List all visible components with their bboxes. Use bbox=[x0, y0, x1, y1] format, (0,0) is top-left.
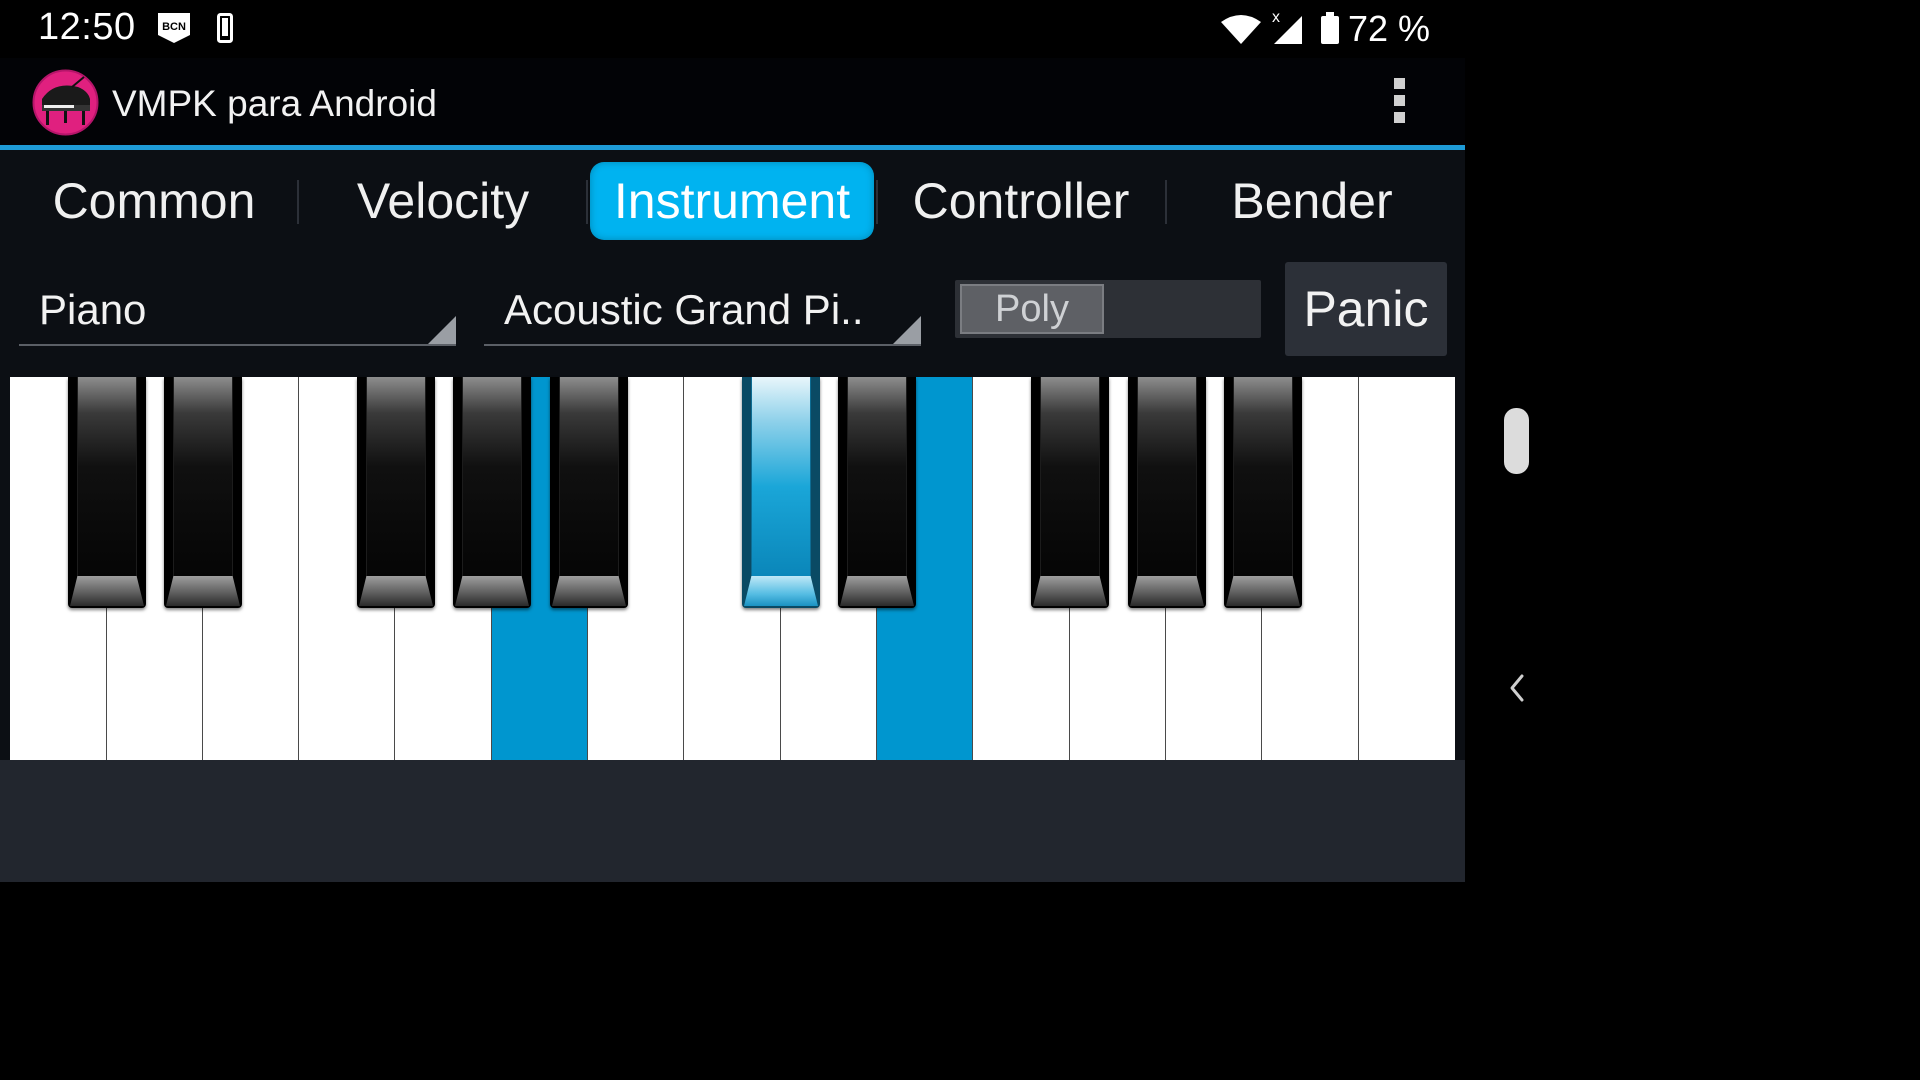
overflow-menu-icon[interactable] bbox=[1389, 78, 1409, 130]
black-key[interactable] bbox=[1128, 377, 1206, 608]
bottom-area bbox=[0, 760, 1465, 882]
bcn-badge-text: BCN bbox=[162, 21, 186, 33]
black-key[interactable] bbox=[453, 377, 531, 608]
tab-instrument[interactable]: Instrument bbox=[590, 162, 874, 240]
battery-percent: 72 % bbox=[1348, 8, 1431, 49]
black-key[interactable] bbox=[838, 377, 916, 608]
poly-toggle-thumb[interactable]: Poly bbox=[960, 284, 1104, 334]
tab-separator bbox=[586, 180, 588, 224]
battery-icon bbox=[1321, 12, 1339, 44]
tab-bender[interactable]: Bender bbox=[1168, 162, 1456, 240]
black-key[interactable] bbox=[1031, 377, 1109, 608]
menu-dot bbox=[1393, 78, 1405, 89]
bank-spinner[interactable]: Piano bbox=[19, 276, 456, 346]
black-key[interactable] bbox=[164, 377, 242, 608]
tab-velocity[interactable]: Velocity bbox=[302, 162, 584, 240]
tab-common[interactable]: Common bbox=[14, 162, 294, 240]
bank-spinner-value: Piano bbox=[39, 286, 147, 333]
black-key-pressed[interactable] bbox=[742, 377, 820, 608]
tab-separator bbox=[297, 180, 299, 224]
black-key[interactable] bbox=[357, 377, 435, 608]
piano-keyboard[interactable] bbox=[10, 377, 1455, 760]
status-bar: 12:50 BCN x 72 % bbox=[0, 0, 1465, 58]
grand-piano-app-icon[interactable] bbox=[32, 69, 99, 136]
menu-dot bbox=[1393, 112, 1405, 123]
wifi-icon bbox=[1221, 15, 1261, 44]
phone-icon bbox=[217, 13, 233, 43]
spinner-arrow-icon bbox=[428, 316, 456, 344]
spinner-arrow-icon bbox=[893, 316, 921, 344]
tab-separator bbox=[1165, 180, 1167, 224]
panic-button[interactable]: Panic bbox=[1285, 262, 1447, 356]
bcn-badge-icon: BCN bbox=[158, 13, 190, 43]
svg-text:x: x bbox=[1272, 9, 1280, 26]
tab-controller[interactable]: Controller bbox=[878, 162, 1164, 240]
program-spinner-value: Acoustic Grand Pi.. bbox=[504, 286, 864, 333]
cell-signal-icon: x bbox=[1272, 9, 1302, 44]
status-time: 12:50 bbox=[38, 6, 136, 48]
black-key[interactable] bbox=[1224, 377, 1302, 608]
program-spinner[interactable]: Acoustic Grand Pi.. bbox=[484, 276, 921, 346]
scroll-handle[interactable] bbox=[1504, 408, 1529, 474]
white-key[interactable] bbox=[1359, 377, 1455, 760]
menu-dot bbox=[1393, 95, 1405, 106]
app-title: VMPK para Android bbox=[112, 83, 437, 124]
black-key[interactable] bbox=[550, 377, 628, 608]
black-key[interactable] bbox=[68, 377, 146, 608]
back-chevron-icon[interactable] bbox=[1504, 672, 1530, 704]
